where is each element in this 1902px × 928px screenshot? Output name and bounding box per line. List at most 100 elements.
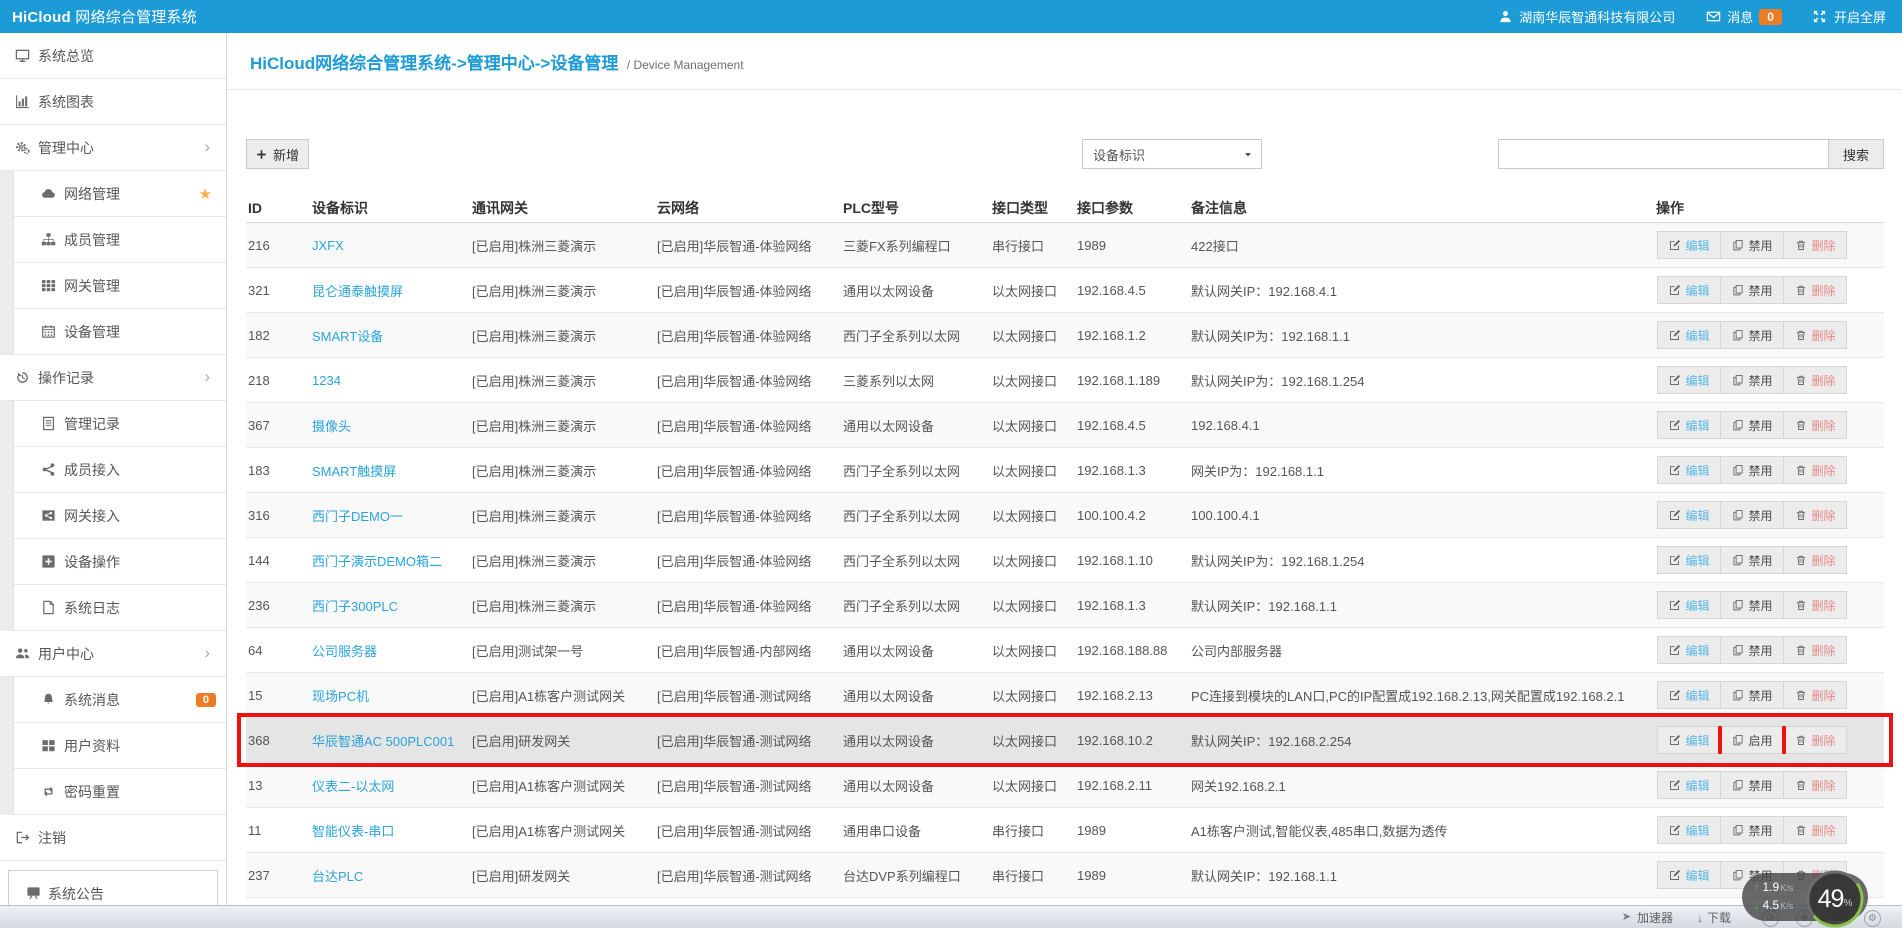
sidebar-item-network-management[interactable]: 网络管理 › ★ xyxy=(0,171,226,217)
sidebar-item-device-operation[interactable]: 设备操作 › ★ xyxy=(0,539,226,585)
enable-button[interactable]: 启用 xyxy=(1720,726,1784,754)
delete-button[interactable]: 删除 xyxy=(1783,636,1847,664)
filter-value: 设备标识 xyxy=(1093,145,1145,164)
cell-gateway: [已启用]株洲三菱演示 xyxy=(470,506,655,525)
delete-button[interactable]: 删除 xyxy=(1783,501,1847,529)
delete-button[interactable]: 删除 xyxy=(1783,276,1847,304)
device-name-link[interactable]: JXFX xyxy=(312,238,344,253)
col-cloud-network: 云网络 xyxy=(655,198,841,218)
sidebar-item-device-management[interactable]: 设备管理 › ★ xyxy=(0,309,226,355)
edit-button[interactable]: 编辑 xyxy=(1657,321,1721,349)
disable-button[interactable]: 禁用 xyxy=(1720,591,1784,619)
device-name-link[interactable]: SMART设备 xyxy=(312,329,383,344)
edit-button[interactable]: 编辑 xyxy=(1657,861,1721,889)
cell-gateway: [已启用]株洲三菱演示 xyxy=(470,326,655,345)
edit-button[interactable]: 编辑 xyxy=(1657,726,1721,754)
sidebar-item-management-center[interactable]: 管理中心 › ★ xyxy=(0,125,226,171)
delete-button[interactable]: 删除 xyxy=(1783,681,1847,709)
edit-icon xyxy=(1668,599,1681,612)
disable-button[interactable]: 禁用 xyxy=(1720,276,1784,304)
sidebar-item-management-records[interactable]: 管理记录 › ★ xyxy=(0,401,226,447)
sidebar-item-system-logs[interactable]: 系统日志 › ★ xyxy=(0,585,226,631)
disable-button[interactable]: 禁用 xyxy=(1720,771,1784,799)
edit-button[interactable]: 编辑 xyxy=(1657,771,1721,799)
trash-icon xyxy=(1794,734,1807,747)
network-speed-widget[interactable]: ↑ 1.9 K/s ↓ 4.5 K/s 49 % xyxy=(1742,868,1874,928)
delete-button[interactable]: 删除 xyxy=(1783,546,1847,574)
edit-button[interactable]: 编辑 xyxy=(1657,591,1721,619)
device-name-link[interactable]: 西门子300PLC xyxy=(312,599,398,614)
messages-button[interactable]: 消息 0 xyxy=(1705,7,1782,26)
device-name-link[interactable]: 华辰智通AC 500PLC001 xyxy=(312,734,454,749)
sidebar-item-label: 系统图表 xyxy=(38,92,94,112)
device-name-link[interactable]: 1234 xyxy=(312,373,341,388)
delete-button[interactable]: 删除 xyxy=(1783,366,1847,394)
sidebar-item-label: 网关管理 xyxy=(64,276,120,296)
delete-button[interactable]: 删除 xyxy=(1783,411,1847,439)
edit-button[interactable]: 编辑 xyxy=(1657,456,1721,484)
disable-button[interactable]: 禁用 xyxy=(1720,366,1784,394)
device-name-link[interactable]: 仪表二-以太网 xyxy=(312,779,394,794)
edit-button[interactable]: 编辑 xyxy=(1657,546,1721,574)
delete-button[interactable]: 删除 xyxy=(1783,771,1847,799)
disable-button[interactable]: 禁用 xyxy=(1720,681,1784,709)
sidebar-item-member-management[interactable]: 成员管理 › ★ xyxy=(0,217,226,263)
device-name-link[interactable]: 西门子演示DEMO箱二 xyxy=(312,554,442,569)
cell-interface-param: 1989 xyxy=(1075,238,1189,253)
delete-button[interactable]: 删除 xyxy=(1783,591,1847,619)
accelerator-button[interactable]: ➤ 加速器 xyxy=(1620,909,1673,926)
edit-button[interactable]: 编辑 xyxy=(1657,501,1721,529)
sidebar-item-system-messages[interactable]: 系统消息 › ★ 0 xyxy=(0,677,226,723)
edit-button[interactable]: 编辑 xyxy=(1657,636,1721,664)
edit-button[interactable]: 编辑 xyxy=(1657,411,1721,439)
add-button[interactable]: 新增 xyxy=(246,139,309,169)
delete-button[interactable]: 删除 xyxy=(1783,816,1847,844)
edit-button[interactable]: 编辑 xyxy=(1657,681,1721,709)
disable-button[interactable]: 禁用 xyxy=(1720,231,1784,259)
disable-button[interactable]: 禁用 xyxy=(1720,456,1784,484)
add-button-label: 新增 xyxy=(273,145,299,164)
sidebar-item-gateway-management[interactable]: 网关管理 › ★ xyxy=(0,263,226,309)
disable-button[interactable]: 禁用 xyxy=(1720,546,1784,574)
sidebar-item-gateway-access[interactable]: 网关接入 › ★ xyxy=(0,493,226,539)
delete-button[interactable]: 删除 xyxy=(1783,321,1847,349)
device-name-link[interactable]: 智能仪表-串口 xyxy=(312,824,394,839)
delete-button[interactable]: 删除 xyxy=(1783,456,1847,484)
delete-button[interactable]: 删除 xyxy=(1783,231,1847,259)
device-name-link[interactable]: 昆仑通泰触摸屏 xyxy=(312,284,403,299)
row-actions: 编辑 禁用 删除 xyxy=(1654,501,1884,529)
disable-button[interactable]: 禁用 xyxy=(1720,411,1784,439)
device-name-link[interactable]: 公司服务器 xyxy=(312,644,377,659)
sidebar-item-user-profile[interactable]: 用户资料 › ★ xyxy=(0,723,226,769)
disable-button[interactable]: 禁用 xyxy=(1720,636,1784,664)
device-name-link[interactable]: SMART触摸屏 xyxy=(312,464,396,479)
edit-button[interactable]: 编辑 xyxy=(1657,366,1721,394)
delete-button[interactable]: 删除 xyxy=(1783,726,1847,754)
sidebar-item-system-overview[interactable]: 系统总览 › ★ xyxy=(0,33,226,79)
filter-dropdown[interactable]: 设备标识 xyxy=(1082,139,1262,169)
edit-button[interactable]: 编辑 xyxy=(1657,276,1721,304)
device-name-link[interactable]: 摄像头 xyxy=(312,419,351,434)
sidebar-item-user-center[interactable]: 用户中心 › ★ xyxy=(0,631,226,677)
cell-remark: PC连接到模块的LAN口,PC的IP配置成192.168.2.13,网关配置成1… xyxy=(1189,686,1654,705)
edit-button[interactable]: 编辑 xyxy=(1657,231,1721,259)
disable-button[interactable]: 禁用 xyxy=(1720,501,1784,529)
sidebar-item-password-reset[interactable]: 密码重置 › ★ xyxy=(0,769,226,815)
sidebar-item-logout[interactable]: 注销 › ★ xyxy=(0,815,226,861)
device-name-link[interactable]: 台达PLC xyxy=(312,869,363,884)
fullscreen-button[interactable]: 开启全屏 xyxy=(1812,7,1886,26)
device-name-link[interactable]: 西门子DEMO一 xyxy=(312,509,403,524)
download-button[interactable]: ↓ 下载 xyxy=(1697,909,1731,926)
cell-id: 64 xyxy=(246,643,310,658)
company-account[interactable]: 湖南华辰智通科技有限公司 xyxy=(1497,7,1675,26)
sidebar-item-member-access[interactable]: 成员接入 › ★ xyxy=(0,447,226,493)
device-name-link[interactable]: 现场PC机 xyxy=(312,689,369,704)
search-input[interactable] xyxy=(1498,139,1828,169)
cell-plc-model: 通用串口设备 xyxy=(841,821,990,840)
sidebar-item-system-charts[interactable]: 系统图表 › ★ xyxy=(0,79,226,125)
disable-button[interactable]: 禁用 xyxy=(1720,816,1784,844)
edit-button[interactable]: 编辑 xyxy=(1657,816,1721,844)
disable-button[interactable]: 禁用 xyxy=(1720,321,1784,349)
search-button[interactable]: 搜索 xyxy=(1828,139,1884,169)
sidebar-item-operation-records[interactable]: 操作记录 › ★ xyxy=(0,355,226,401)
